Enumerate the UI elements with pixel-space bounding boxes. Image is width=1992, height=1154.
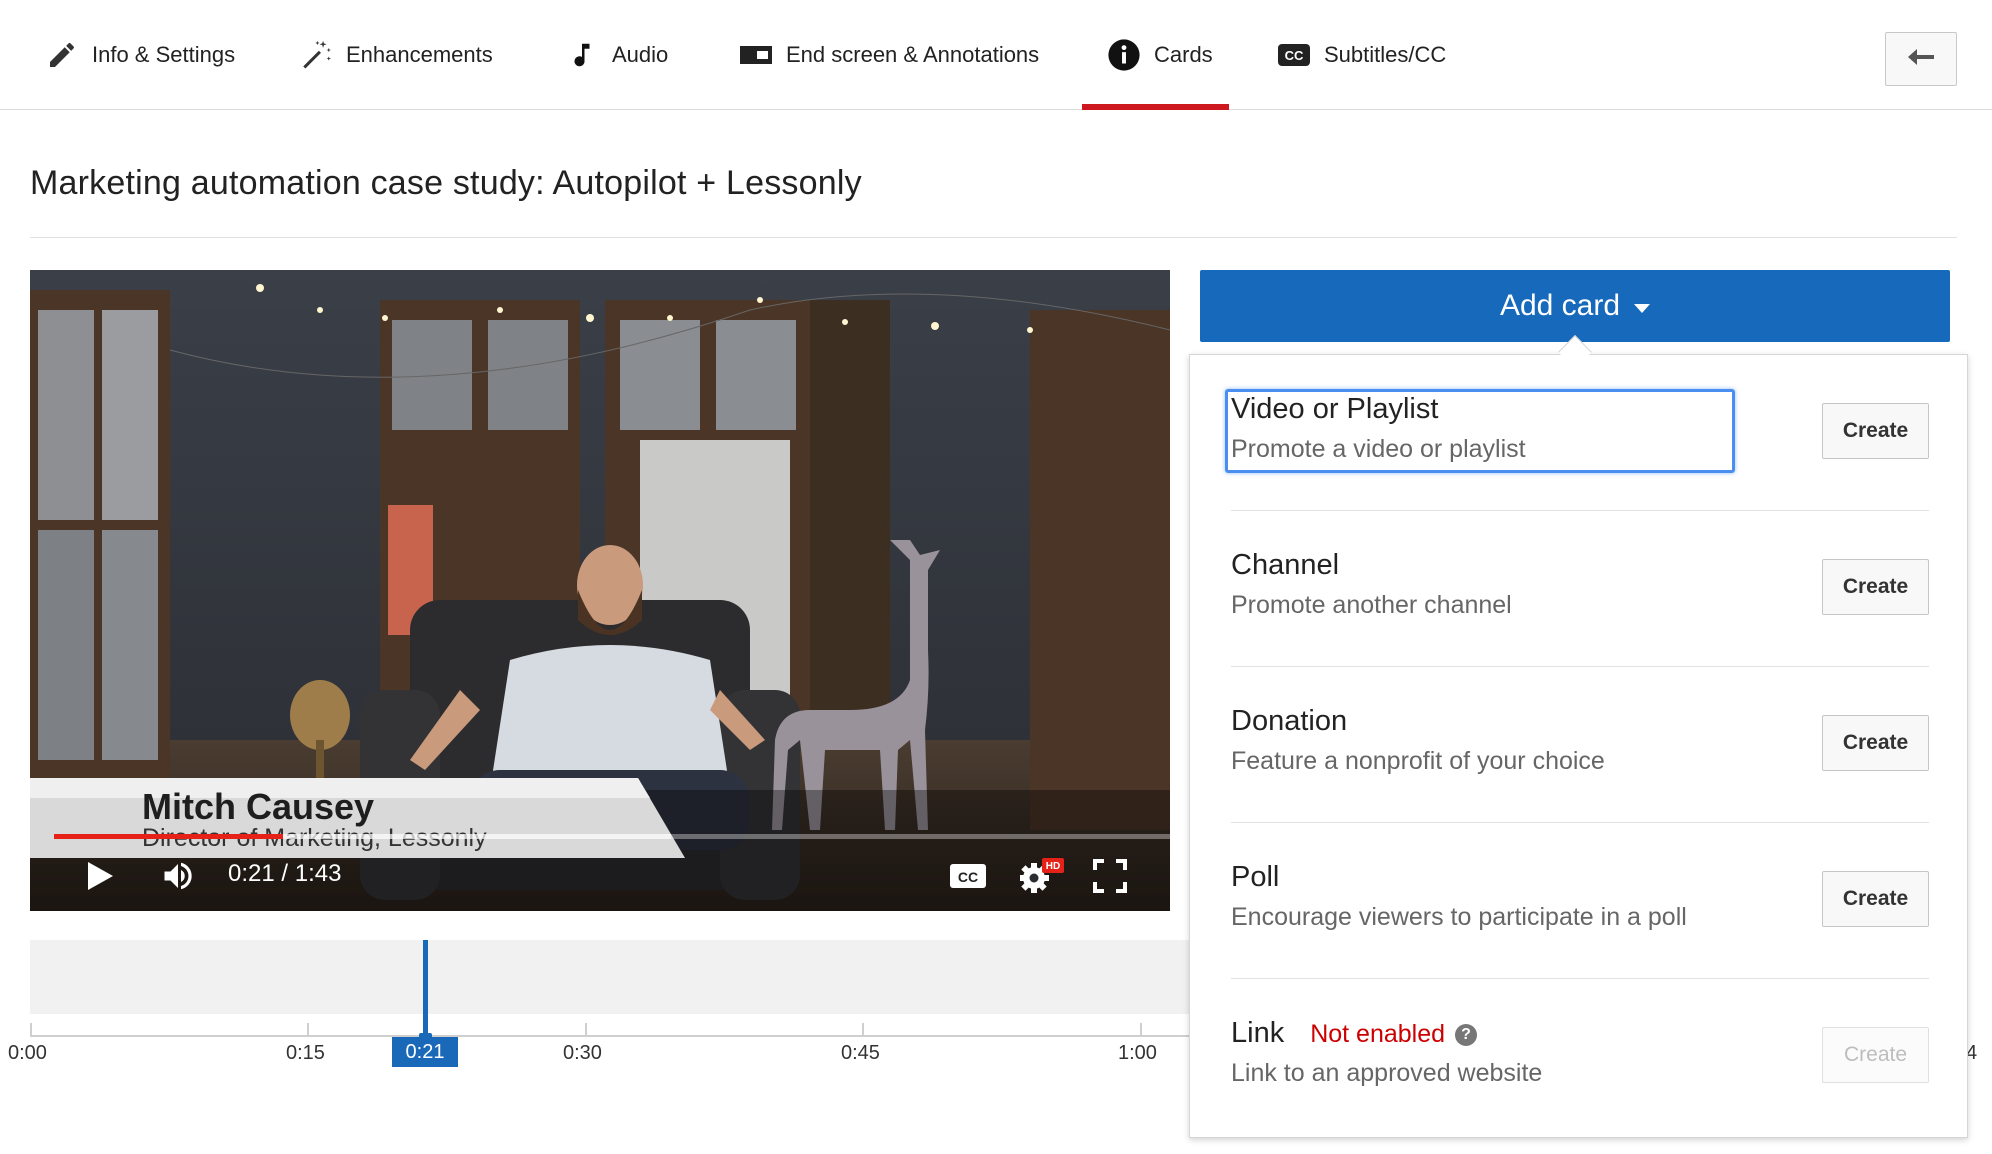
speaker-name: Mitch Causey	[142, 786, 375, 827]
settings-icon: HD	[1019, 854, 1068, 901]
chevron-down-icon	[1634, 303, 1651, 313]
card-option-description: Promote a video or playlist	[1231, 435, 1526, 463]
card-option-description: Encourage viewers to participate in a po…	[1231, 903, 1687, 931]
top-tab-bar: Info & Settings Enhancements Audio End s…	[0, 0, 1992, 110]
create-video-playlist-button[interactable]: Create	[1822, 403, 1929, 459]
timeline-tick	[862, 1023, 864, 1035]
timeline-tick-label: 0:00	[8, 1042, 47, 1064]
pencil-icon	[44, 37, 80, 73]
play-icon	[85, 860, 115, 897]
timeline-tick-label: 0:45	[841, 1042, 880, 1064]
timeline-tick	[1140, 1023, 1142, 1035]
back-button[interactable]	[1885, 32, 1957, 86]
tab-audio[interactable]: Audio	[564, 0, 668, 110]
card-option-description: Promote another channel	[1231, 591, 1512, 619]
card-option-link: Link Not enabled? Link to an approved web…	[1231, 979, 1929, 1135]
fullscreen-icon	[1093, 858, 1127, 898]
timeline-tick-label: 0:15	[286, 1042, 325, 1064]
tab-label: End screen & Annotations	[786, 42, 1040, 67]
fullscreen-button[interactable]	[1090, 858, 1130, 898]
play-button[interactable]	[80, 860, 120, 896]
active-tab-indicator	[1082, 104, 1229, 110]
cc-label: CC	[958, 869, 978, 885]
timeline-axis	[30, 1035, 1192, 1037]
tab-label: Subtitles/CC	[1324, 42, 1447, 67]
timeline-tick-label: 1:00	[1118, 1042, 1157, 1064]
timeline-tick	[307, 1023, 309, 1035]
create-poll-button[interactable]: Create	[1822, 871, 1929, 927]
card-option-title: Poll	[1231, 861, 1280, 893]
page-title: Marketing automation case study: Autopil…	[30, 164, 862, 202]
video-time: 0:21 / 1:43	[228, 860, 342, 887]
card-option-channel[interactable]: Channel Promote another channel Create	[1231, 511, 1929, 667]
tab-label: Cards	[1154, 42, 1213, 67]
back-arrow-icon	[1906, 47, 1936, 72]
timeline-tick-label: 0:30	[563, 1042, 602, 1064]
volume-icon	[158, 858, 198, 899]
music-note-icon	[564, 37, 600, 73]
add-card-menu: Video or Playlist Promote a video or pla…	[1189, 354, 1968, 1138]
card-timeline[interactable]	[30, 940, 1192, 1014]
card-option-title-row: Link Not enabled?	[1231, 1017, 1478, 1050]
create-donation-button[interactable]: Create	[1822, 715, 1929, 771]
progress-played	[54, 834, 283, 839]
tab-label: Enhancements	[346, 42, 493, 67]
card-option-poll[interactable]: Poll Encourage viewers to participate in…	[1231, 823, 1929, 979]
magic-wand-icon	[298, 37, 334, 73]
tab-end-screen-annotations[interactable]: End screen & Annotations	[738, 0, 1039, 110]
cc-icon: CC	[949, 862, 987, 895]
info-icon	[1106, 37, 1142, 73]
timeline-playhead[interactable]	[423, 940, 428, 1038]
tab-cards[interactable]: Cards	[1082, 0, 1229, 110]
not-enabled-status: Not enabled	[1310, 1020, 1446, 1048]
video-progress-bar[interactable]	[54, 834, 1170, 839]
captions-button[interactable]: CC	[948, 862, 988, 894]
end-screen-icon	[738, 37, 774, 73]
title-divider	[30, 237, 1957, 238]
timeline-tick	[585, 1023, 587, 1035]
tab-label: Audio	[612, 42, 669, 67]
volume-button[interactable]	[156, 858, 200, 898]
tab-enhancements[interactable]: Enhancements	[298, 0, 493, 110]
tab-subtitles-cc[interactable]: CC Subtitles/CC	[1276, 0, 1446, 110]
card-option-donation[interactable]: Donation Feature a nonprofit of your cho…	[1231, 667, 1929, 823]
settings-button[interactable]: HD	[1019, 854, 1068, 901]
cc-icon: CC	[1276, 37, 1312, 73]
card-option-title: Link	[1231, 1017, 1285, 1049]
card-option-description: Link to an approved website	[1231, 1059, 1543, 1087]
help-icon[interactable]: ?	[1455, 1024, 1478, 1046]
add-card-label: Add card	[1499, 289, 1621, 322]
add-card-button[interactable]: Add card	[1200, 270, 1950, 342]
tab-label: Info & Settings	[92, 42, 236, 67]
svg-text:CC: CC	[1285, 48, 1304, 63]
card-option-title: Video or Playlist	[1231, 393, 1439, 425]
card-option-description: Feature a nonprofit of your choice	[1231, 747, 1605, 775]
create-channel-button[interactable]: Create	[1822, 559, 1929, 615]
card-option-title: Donation	[1231, 705, 1348, 737]
playhead-time-label: 0:21	[392, 1037, 458, 1067]
timeline-tick	[30, 1023, 32, 1035]
video-player[interactable]: Mitch Causey Director of Marketing, Less…	[30, 270, 1170, 911]
card-option-title: Channel	[1231, 549, 1340, 581]
card-option-video-playlist[interactable]: Video or Playlist Promote a video or pla…	[1225, 355, 1929, 511]
create-link-button: Create	[1822, 1027, 1929, 1083]
tab-info-settings[interactable]: Info & Settings	[44, 0, 235, 110]
hd-badge: HD	[1046, 861, 1060, 872]
